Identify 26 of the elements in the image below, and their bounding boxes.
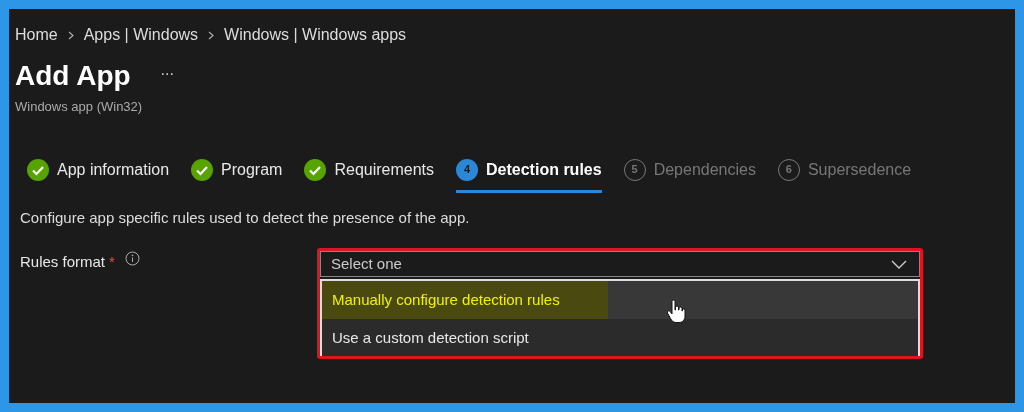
wizard-step-tab[interactable]: 5 Dependencies: [623, 156, 756, 193]
wizard-step-tab[interactable]: 6 Supersedence: [777, 156, 912, 193]
info-icon: [124, 251, 140, 266]
more-options-button[interactable]: ...: [160, 58, 174, 82]
breadcrumb-link[interactable]: Home: [15, 23, 58, 47]
required-asterisk: *: [109, 252, 115, 272]
chevron-down-icon: [891, 259, 907, 269]
checkmark-icon: [191, 158, 214, 181]
step-number-badge: 4: [456, 158, 479, 181]
hand-cursor-icon: [666, 299, 686, 323]
breadcrumb-link[interactable]: Windows | Windows apps: [224, 23, 407, 47]
wizard-step-tab[interactable]: Requirements: [304, 156, 435, 193]
chevron-icon: [208, 31, 215, 41]
wizard-step-tab[interactable]: App information: [27, 156, 170, 193]
chevron-icon: [67, 31, 74, 41]
wizard-step-tab[interactable]: 4 Detection rules: [456, 156, 602, 193]
page-subtitle: Windows app (Win32): [15, 98, 144, 116]
dropdown-field[interactable]: Select one: [320, 251, 920, 277]
dropdown-option[interactable]: Manually configure detection rules: [322, 281, 918, 319]
page-title: Add App: [15, 59, 131, 93]
checkmark-icon: [27, 158, 49, 181]
field-label: Rules format: [20, 252, 106, 272]
description-text: Configure app specific rules used to detect the presence of the app.: [19, 207, 471, 228]
checkmark-icon: [304, 158, 327, 181]
wizard-step-tab[interactable]: Program: [191, 156, 283, 193]
breadcrumb-link[interactable]: Apps | Windows: [83, 23, 199, 47]
